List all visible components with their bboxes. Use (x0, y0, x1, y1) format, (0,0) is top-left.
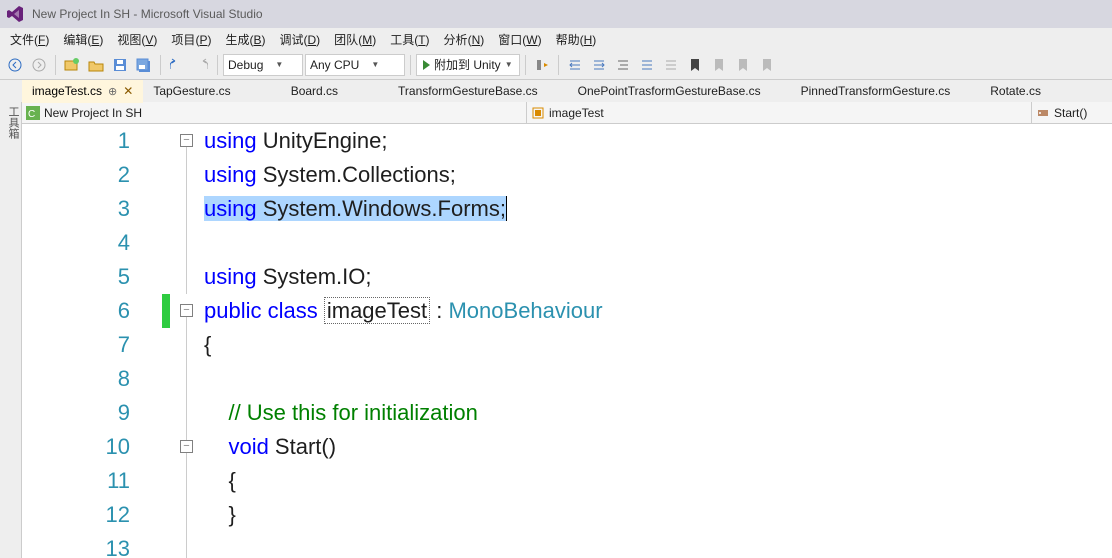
nav-bar: C New Project In SH imageTest Start() (22, 102, 1112, 124)
menu-file[interactable]: 文件(F) (4, 29, 55, 50)
nav-class-combo[interactable]: imageTest (527, 102, 1032, 124)
menu-tools[interactable]: 工具(T) (384, 29, 435, 50)
method-icon (1036, 106, 1050, 120)
save-all-button[interactable] (133, 54, 155, 76)
separator (55, 55, 56, 75)
menu-team[interactable]: 团队(M) (328, 29, 382, 50)
tab-pinned[interactable]: PinnedTransformGesture.cs (791, 80, 961, 102)
line-number-gutter: 12345678910111213 (22, 124, 162, 558)
platform-combo[interactable]: Any CPU▼ (305, 54, 405, 76)
bookmark-next-btn[interactable] (732, 54, 754, 76)
chevron-down-icon: ▼ (371, 60, 379, 69)
side-tab-spacer (0, 80, 22, 102)
change-marker (162, 294, 170, 328)
vs-logo-icon (6, 5, 24, 23)
fold-column: − − − (174, 124, 204, 558)
title-bar: New Project In SH - Microsoft Visual Stu… (0, 0, 1112, 28)
tool-btn-1[interactable] (531, 54, 553, 76)
play-icon (423, 60, 430, 70)
tab-label: imageTest.cs (32, 84, 102, 98)
tab-onepoint[interactable]: OnePointTrasformGestureBase.cs (568, 80, 771, 102)
menu-window[interactable]: 窗口(W) (492, 29, 547, 50)
bookmark-btn[interactable] (684, 54, 706, 76)
fold-toggle[interactable]: − (180, 304, 193, 317)
nav-member-combo[interactable]: Start() (1032, 102, 1112, 124)
fold-toggle[interactable]: − (180, 440, 193, 453)
start-label: 附加到 Unity (434, 56, 501, 73)
separator (160, 55, 161, 75)
window-title: New Project In SH - Microsoft Visual Stu… (32, 7, 263, 21)
workspace: 工具箱 C New Project In SH imageTest Start(… (0, 102, 1112, 558)
change-marker-column (162, 124, 174, 558)
tab-tapgesture[interactable]: TapGesture.cs (143, 80, 240, 102)
menu-view[interactable]: 视图(V) (111, 29, 163, 50)
open-file-button[interactable] (85, 54, 107, 76)
code-area[interactable]: 12345678910111213 − − − using UnityEngin… (22, 124, 1112, 558)
bookmark-prev-btn[interactable] (708, 54, 730, 76)
toolbar: Debug▼ Any CPU▼ 附加到 Unity ▼ (0, 50, 1112, 80)
menu-bar: 文件(F) 编辑(E) 视图(V) 项目(P) 生成(B) 调试(D) 团队(M… (0, 28, 1112, 50)
separator (525, 55, 526, 75)
menu-edit[interactable]: 编辑(E) (57, 29, 109, 50)
config-combo[interactable]: Debug▼ (223, 54, 303, 76)
uncomment-btn[interactable] (660, 54, 682, 76)
toolbox-rail[interactable]: 工具箱 (0, 102, 22, 558)
menu-help[interactable]: 帮助(H) (550, 29, 603, 50)
fold-line (186, 147, 187, 294)
chevron-down-icon: ▼ (275, 60, 283, 69)
chevron-down-icon: ▼ (505, 60, 513, 69)
tab-rotate[interactable]: Rotate.cs (980, 80, 1051, 102)
format-btn[interactable] (612, 54, 634, 76)
class-icon (531, 106, 545, 120)
code-text[interactable]: using UnityEngine; using System.Collecti… (204, 124, 1112, 558)
fold-toggle[interactable]: − (180, 134, 193, 147)
nav-fwd-button[interactable] (28, 54, 50, 76)
separator (410, 55, 411, 75)
undo-button[interactable] (166, 54, 188, 76)
menu-project[interactable]: 项目(P) (165, 29, 217, 50)
menu-debug[interactable]: 调试(D) (273, 29, 326, 50)
close-icon[interactable]: ✕ (123, 84, 133, 98)
nav-project-combo[interactable]: C New Project In SH (22, 102, 527, 124)
save-button[interactable] (109, 54, 131, 76)
document-tabs: imageTest.cs ⊕ ✕ TapGesture.cs Board.cs … (0, 80, 1112, 102)
new-project-button[interactable] (61, 54, 83, 76)
menu-build[interactable]: 生成(B) (219, 29, 271, 50)
fold-line (186, 317, 187, 558)
tab-imagetest[interactable]: imageTest.cs ⊕ ✕ (22, 80, 143, 102)
csharp-project-icon: C (26, 106, 40, 120)
nav-back-button[interactable] (4, 54, 26, 76)
menu-analyze[interactable]: 分析(N) (438, 29, 491, 50)
pin-icon[interactable]: ⊕ (108, 85, 117, 98)
separator (217, 55, 218, 75)
start-debug-button[interactable]: 附加到 Unity ▼ (416, 54, 520, 76)
separator (558, 55, 559, 75)
redo-button[interactable] (190, 54, 212, 76)
outdent-btn[interactable] (588, 54, 610, 76)
tab-board[interactable]: Board.cs (281, 80, 348, 102)
editor: C New Project In SH imageTest Start() 12… (22, 102, 1112, 558)
bookmark-clear-btn[interactable] (756, 54, 778, 76)
tab-transformgesturebase[interactable]: TransformGestureBase.cs (388, 80, 548, 102)
comment-btn[interactable] (636, 54, 658, 76)
indent-btn[interactable] (564, 54, 586, 76)
svg-text:C: C (28, 109, 35, 120)
